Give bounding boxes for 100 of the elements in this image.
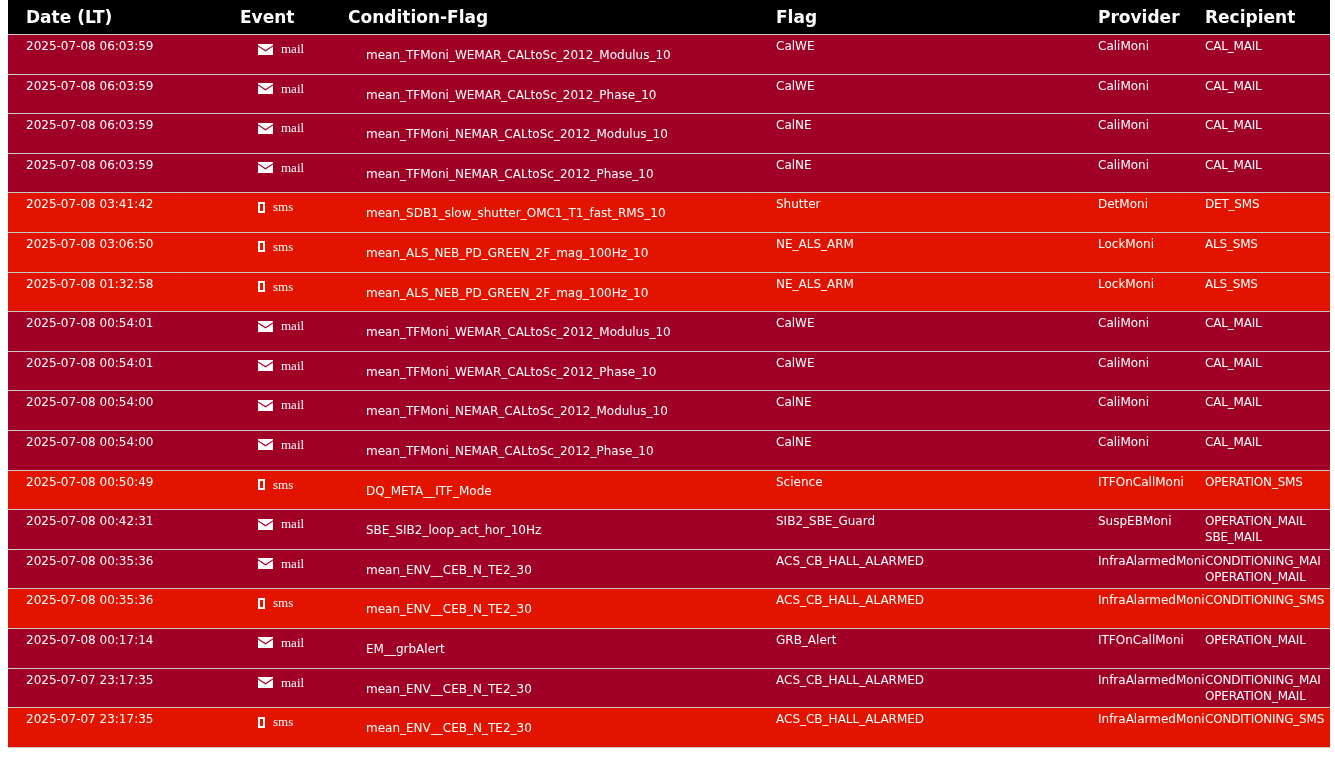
- provider-cell-text: CaliMoni: [1098, 38, 1151, 55]
- column-header: Flag: [776, 7, 819, 27]
- date-cell-text: 2025-07-08 00:54:01: [25, 354, 155, 372]
- flag-cell-text: CalNE: [776, 394, 813, 412]
- provider-cell-text: CaliMoni: [1098, 394, 1151, 412]
- date-cell-text: 2025-07-08 00:54:01: [25, 315, 155, 333]
- provider-cell-text: CaliMoni: [1098, 77, 1151, 95]
- date-cell-text: 2025-07-07 23:17:35: [25, 671, 155, 689]
- date-cell-text: 2025-07-08 00:17:14: [25, 631, 155, 649]
- event-label: mail: [281, 41, 305, 57]
- provider-cell-text: CaliMoni: [1098, 433, 1151, 451]
- flag-cell-text: ACS_CB_HALL_ALARMED: [776, 552, 926, 570]
- condition-cell-text: mean_TFMoni_NEMAR_CALtoSc_2012_Modulus_10: [365, 126, 669, 144]
- event-label: mail: [281, 674, 305, 691]
- date-cell-text: 2025-07-08 03:06:50: [25, 235, 155, 253]
- date-cell-text: 2025-07-08 06:03:59: [25, 117, 155, 135]
- flag-cell-text: Shutter: [776, 196, 822, 214]
- date-cell-text: 2025-07-08 01:32:58: [25, 275, 155, 293]
- date-cell-text: 2025-07-08 06:03:59: [25, 156, 155, 174]
- flag-cell-text: CalWE: [776, 77, 816, 95]
- flag-cell-text: NE_ALS_ARM: [776, 235, 855, 253]
- recipient-text: CAL_MAIL: [1205, 78, 1263, 93]
- date-cell-text: 2025-07-08 03:41:42: [25, 196, 155, 214]
- event-label: mail: [281, 634, 305, 651]
- column-header: Recipient: [1205, 7, 1297, 27]
- event-label: mail: [281, 555, 305, 572]
- provider-cell-text: ITFOnCallMoni: [1098, 631, 1185, 649]
- event-label: sms: [273, 476, 294, 493]
- provider-cell-text: InfraAlarmedMoni: [1098, 711, 1205, 729]
- event-label: mail: [281, 120, 305, 137]
- flag-cell-text: ACS_CB_HALL_ALARMED: [776, 711, 926, 729]
- recipient-text: DET_SMS: [1205, 197, 1261, 212]
- provider-cell-text: InfraAlarmedMoni: [1098, 552, 1205, 570]
- recipient-text: OPERATION_MAIL: [1205, 514, 1307, 529]
- provider-cell-text: CaliMoni: [1098, 315, 1151, 333]
- date-cell-text: 2025-07-08 00:50:49: [25, 473, 155, 491]
- event-label: mail: [281, 357, 305, 374]
- date-cell-text: 2025-07-08 00:54:00: [25, 433, 155, 451]
- event-label: sms: [273, 714, 294, 731]
- recipient-text: CAL_MAIL: [1205, 434, 1263, 449]
- provider-cell-text: InfraAlarmedMoni: [1098, 592, 1205, 610]
- recipient-text: ALS_SMS: [1205, 236, 1259, 251]
- event-label: mail: [281, 80, 305, 97]
- recipient-text: ALS_SMS: [1205, 276, 1259, 291]
- recipient-text: OPERATION_MAIL: [1205, 632, 1307, 647]
- recipient-text: OPERATION_MAIL: [1205, 569, 1307, 584]
- condition-cell-text: mean_TFMoni_WEMAR_CALtoSc_2012_Modulus_10: [365, 324, 672, 342]
- recipient-text: CONDITIONING_MAI: [1205, 672, 1322, 687]
- recipient-text: CAL_MAIL: [1205, 157, 1263, 172]
- event-label: mail: [281, 516, 305, 533]
- condition-cell-text: mean_TFMoni_WEMAR_CALtoSc_2012_Modulus_10: [365, 47, 672, 64]
- provider-cell-text: CaliMoni: [1098, 156, 1151, 174]
- date-cell-text: 2025-07-08 06:03:59: [25, 77, 155, 95]
- flag-cell-text: CalWE: [776, 38, 816, 55]
- date-cell-text: 2025-07-08 00:35:36: [25, 592, 155, 610]
- event-label: sms: [273, 199, 294, 216]
- flag-cell-text: CalWE: [776, 354, 816, 372]
- condition-cell-text: mean_TFMoni_NEMAR_CALtoSc_2012_Phase_10: [365, 165, 655, 183]
- recipient-text: CONDITIONING_MAI: [1205, 553, 1322, 568]
- column-header: Provider: [1098, 7, 1181, 27]
- provider-cell-text: DetMoni: [1098, 196, 1149, 214]
- recipient-text: CAL_MAIL: [1205, 316, 1263, 331]
- event-label: mail: [281, 159, 305, 176]
- flag-cell-text: CalNE: [776, 433, 813, 451]
- condition-cell-text: DQ_META__ITF_Mode: [365, 482, 493, 500]
- flag-cell-text: Science: [776, 473, 824, 491]
- flag-cell-text: NE_ALS_ARM: [776, 275, 855, 293]
- flag-cell-text: CalWE: [776, 315, 816, 333]
- provider-cell-text: InfraAlarmedMoni: [1098, 671, 1205, 689]
- event-label: sms: [273, 595, 294, 612]
- recipient-text: CAL_MAIL: [1205, 355, 1263, 370]
- provider-cell-text: CaliMoni: [1098, 117, 1151, 135]
- flag-cell-text: SIB2_SBE_Guard: [776, 513, 877, 531]
- provider-cell-text: LockMoni: [1098, 235, 1155, 253]
- recipient-text: CONDITIONING_SMS: [1205, 593, 1326, 608]
- date-cell-text: 2025-07-08 06:03:59: [25, 38, 155, 55]
- provider-cell-text: CaliMoni: [1098, 354, 1151, 372]
- condition-cell-text: mean_TFMoni_WEMAR_CALtoSc_2012_Phase_10: [365, 363, 658, 381]
- provider-cell-text: SuspEBMoni: [1098, 513, 1173, 531]
- recipient-text: SBE_MAIL: [1205, 530, 1263, 545]
- provider-cell-text: LockMoni: [1098, 275, 1155, 293]
- condition-cell-text: mean_SDB1_slow_shutter_OMC1_T1_fast_RMS_10: [365, 205, 667, 223]
- condition-cell-text: mean_ALS_NEB_PD_GREEN_2F_mag_100Hz_10: [365, 284, 650, 302]
- date-cell-text: 2025-07-08 00:54:00: [25, 394, 155, 412]
- recipient-text: CAL_MAIL: [1205, 395, 1263, 410]
- provider-cell-text: ITFOnCallMoni: [1098, 473, 1185, 491]
- flag-cell-text: GRB_Alert: [776, 631, 838, 649]
- recipient-text: CONDITIONING_SMS: [1205, 712, 1326, 727]
- event-label: mail: [281, 318, 305, 335]
- condition-cell-text: EM__grbAlert: [365, 640, 446, 658]
- recipient-text: CAL_MAIL: [1205, 118, 1263, 133]
- flag-cell-text: CalNE: [776, 117, 813, 135]
- condition-cell-text: mean_ENV__CEB_N_TE2_30: [365, 561, 533, 579]
- column-header: Event: [240, 7, 296, 27]
- date-cell-text: 2025-07-07 23:17:35: [25, 711, 155, 729]
- condition-cell-text: mean_TFMoni_WEMAR_CALtoSc_2012_Phase_10: [365, 86, 658, 104]
- flag-cell-text: ACS_CB_HALL_ALARMED: [776, 592, 926, 610]
- condition-cell-text: SBE_SIB2_loop_act_hor_10Hz: [365, 522, 543, 540]
- recipient-text: OPERATION_MAIL: [1205, 688, 1307, 703]
- date-cell-text: 2025-07-08 00:35:36: [25, 552, 155, 570]
